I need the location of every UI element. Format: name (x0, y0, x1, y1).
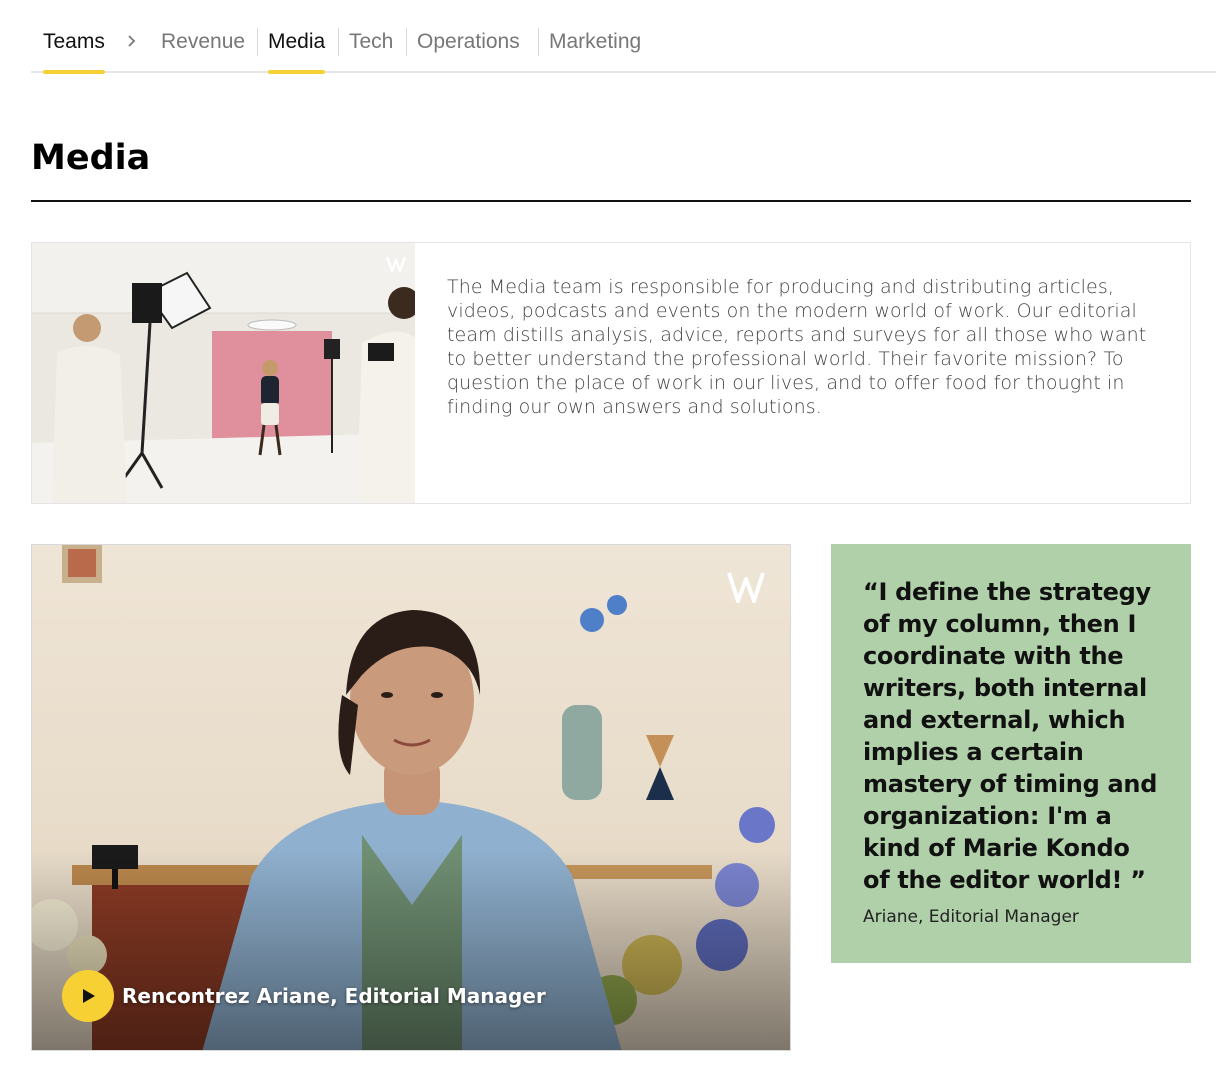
tab-operations-label: Operations (417, 30, 520, 53)
wttj-logo-icon (727, 572, 765, 603)
tab-revenue[interactable]: Revenue (161, 30, 245, 73)
quote-text: “I define the strategy of my column, the… (863, 578, 1158, 894)
team-navigation: Teams Revenue Media Tech Operations Mark… (31, 0, 1216, 74)
team-intro-card: The Media team is responsible for produc… (31, 242, 1191, 504)
nav-teams-label: Teams (43, 30, 105, 53)
nav-divider (406, 28, 407, 56)
tab-tech[interactable]: Tech (349, 30, 393, 73)
video-player[interactable]: Rencontrez Ariane, Editorial Manager (31, 544, 791, 1051)
tab-operations[interactable]: Operations (417, 30, 520, 73)
play-button[interactable] (62, 970, 114, 1022)
video-caption: Rencontrez Ariane, Editorial Manager (62, 970, 546, 1022)
tab-marketing-label: Marketing (549, 30, 642, 53)
tab-revenue-label: Revenue (161, 30, 246, 53)
tab-marketing[interactable]: Marketing (549, 30, 641, 73)
team-description: The Media team is responsible for produc… (447, 276, 1147, 418)
chevron-right-icon (128, 35, 136, 47)
play-icon (83, 989, 95, 1003)
studio-photo (32, 243, 415, 503)
tab-tech-label: Tech (349, 30, 394, 53)
studio-illustration (32, 243, 415, 503)
title-divider (31, 200, 1191, 202)
nav-divider (257, 28, 258, 56)
tab-media-label: Media (268, 30, 326, 53)
nav-divider (538, 28, 539, 56)
tab-media[interactable]: Media (268, 30, 326, 74)
page-title: Media (31, 138, 151, 178)
wttj-logo-icon (385, 256, 407, 273)
video-title: Rencontrez Ariane, Editorial Manager (122, 984, 546, 1008)
nav-teams-link[interactable]: Teams (43, 30, 105, 74)
nav-divider (338, 28, 339, 56)
testimonial-quote: “I define the strategy of my column, the… (831, 544, 1191, 963)
quote-author: Ariane, Editorial Manager (863, 907, 1079, 927)
